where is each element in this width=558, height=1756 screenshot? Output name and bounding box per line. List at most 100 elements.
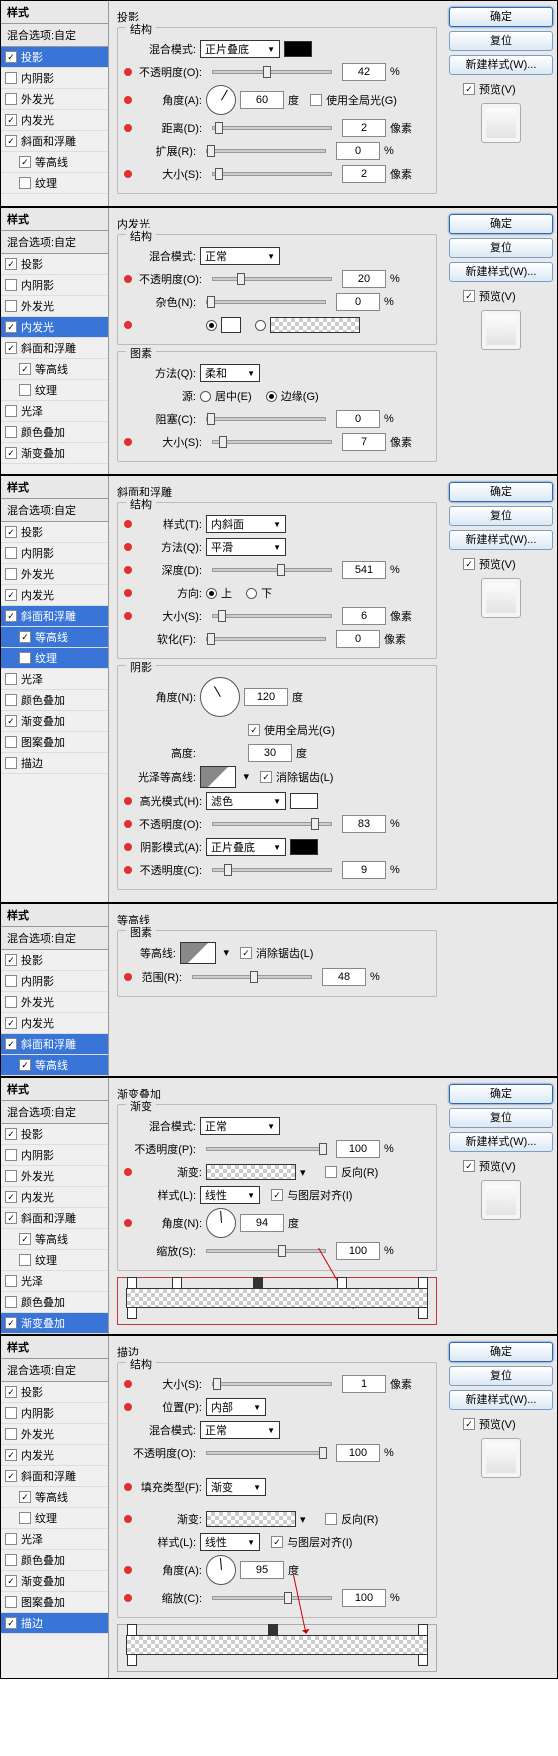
reset-dot[interactable] bbox=[124, 96, 132, 104]
position-select[interactable]: 内部 bbox=[206, 1398, 266, 1416]
style-bevel[interactable]: ✓斜面和浮雕 bbox=[1, 606, 108, 627]
new-style-button[interactable]: 新建样式(W)... bbox=[449, 262, 553, 282]
ok-button[interactable]: 确定 bbox=[449, 7, 553, 27]
style-inner-glow[interactable]: ✓内发光 bbox=[1, 110, 108, 131]
size-slider[interactable] bbox=[212, 172, 332, 176]
gradient-picker[interactable] bbox=[206, 1511, 296, 1527]
technique-select[interactable]: 平滑 bbox=[206, 538, 286, 556]
reset-dot[interactable] bbox=[124, 170, 132, 178]
opacity-stop[interactable] bbox=[418, 1277, 428, 1289]
shadow-color[interactable] bbox=[290, 839, 318, 855]
size-slider[interactable] bbox=[212, 440, 332, 444]
opacity-slider[interactable] bbox=[212, 277, 332, 281]
opacity-stop[interactable] bbox=[337, 1277, 347, 1289]
style-texture[interactable]: 纹理 bbox=[1, 380, 108, 401]
antialias-checkbox[interactable]: ✓ bbox=[260, 771, 272, 783]
style-bevel[interactable]: ✓斜面和浮雕 bbox=[1, 131, 108, 152]
ok-button[interactable]: 确定 bbox=[449, 482, 553, 502]
style-inner-glow[interactable]: ✓内发光 bbox=[1, 317, 108, 338]
new-style-button[interactable]: 新建样式(W)... bbox=[449, 55, 553, 75]
range-slider[interactable] bbox=[192, 975, 312, 979]
blend-mode-select[interactable]: 正片叠底 bbox=[200, 40, 280, 58]
grad-style-select[interactable]: 线性 bbox=[200, 1533, 260, 1551]
style-satin[interactable]: 光泽 bbox=[1, 401, 108, 422]
opacity-stop[interactable] bbox=[268, 1624, 278, 1636]
gradient-bar[interactable] bbox=[126, 1288, 428, 1308]
gradient-bar[interactable] bbox=[126, 1635, 428, 1655]
opacity-input[interactable]: 42 bbox=[342, 63, 386, 81]
opacity-stop[interactable] bbox=[127, 1624, 137, 1636]
color-radio[interactable] bbox=[206, 320, 217, 331]
style-texture[interactable]: 纹理 bbox=[1, 648, 108, 669]
preview-checkbox[interactable]: ✓预览(V) bbox=[463, 81, 553, 97]
checkbox[interactable]: ✓ bbox=[5, 114, 17, 126]
global-light-checkbox[interactable] bbox=[310, 94, 322, 106]
style-outer-glow[interactable]: 外发光 bbox=[1, 89, 108, 110]
opacity-stop[interactable] bbox=[127, 1277, 137, 1289]
checkbox[interactable] bbox=[5, 93, 17, 105]
color-stop[interactable] bbox=[127, 1307, 137, 1319]
spread-slider[interactable] bbox=[206, 149, 326, 153]
checkbox[interactable] bbox=[5, 72, 17, 84]
reverse-checkbox[interactable] bbox=[325, 1166, 337, 1178]
style-stroke[interactable]: ✓描边 bbox=[1, 1613, 108, 1634]
style-bevel[interactable]: ✓斜面和浮雕 bbox=[1, 338, 108, 359]
ok-button[interactable]: 确定 bbox=[449, 1084, 553, 1104]
gradient-editor[interactable] bbox=[117, 1624, 437, 1672]
ok-button[interactable]: 确定 bbox=[449, 1342, 553, 1362]
checkbox[interactable]: ✓ bbox=[5, 51, 17, 63]
source-edge-radio[interactable] bbox=[266, 391, 277, 402]
antialias-checkbox[interactable]: ✓ bbox=[240, 947, 252, 959]
blend-mode-select[interactable]: 正常 bbox=[200, 1421, 280, 1439]
direction-up-radio[interactable] bbox=[206, 588, 217, 599]
reset-button[interactable]: 复位 bbox=[449, 238, 553, 258]
opacity-stop[interactable] bbox=[172, 1277, 182, 1289]
technique-select[interactable]: 柔和 bbox=[200, 364, 260, 382]
color-stop[interactable] bbox=[418, 1307, 428, 1319]
reset-button[interactable]: 复位 bbox=[449, 31, 553, 51]
style-grad-overlay[interactable]: ✓渐变叠加 bbox=[1, 443, 108, 464]
opacity-slider[interactable] bbox=[212, 70, 332, 74]
style-grad-overlay[interactable]: ✓渐变叠加 bbox=[1, 1313, 108, 1334]
style-outer-glow[interactable]: 外发光 bbox=[1, 296, 108, 317]
angle-input[interactable]: 60 bbox=[240, 91, 284, 109]
angle-dial[interactable] bbox=[206, 1555, 236, 1585]
choke-slider[interactable] bbox=[206, 417, 326, 421]
style-texture[interactable]: 纹理 bbox=[1, 173, 108, 194]
fill-type-select[interactable]: 渐变 bbox=[206, 1478, 266, 1496]
color-stop[interactable] bbox=[418, 1654, 428, 1666]
reset-button[interactable]: 复位 bbox=[449, 506, 553, 526]
style-select[interactable]: 内斜面 bbox=[206, 515, 286, 533]
checkbox[interactable] bbox=[19, 177, 31, 189]
blend-mode-select[interactable]: 正常 bbox=[200, 1117, 280, 1135]
source-center-radio[interactable] bbox=[200, 391, 211, 402]
style-contour[interactable]: ✓等高线 bbox=[1, 627, 108, 648]
distance-input[interactable]: 2 bbox=[342, 119, 386, 137]
depth-slider[interactable] bbox=[212, 568, 332, 572]
noise-slider[interactable] bbox=[206, 300, 326, 304]
style-inner-shadow[interactable]: 内阴影 bbox=[1, 68, 108, 89]
grad-style-select[interactable]: 线性 bbox=[200, 1186, 260, 1204]
blend-mode-select[interactable]: 正常 bbox=[200, 247, 280, 265]
reset-button[interactable]: 复位 bbox=[449, 1108, 553, 1128]
color-stop[interactable] bbox=[127, 1654, 137, 1666]
gradient-picker[interactable] bbox=[206, 1164, 296, 1180]
gradient-radio[interactable] bbox=[255, 320, 266, 331]
opacity-stop[interactable] bbox=[253, 1277, 263, 1289]
new-style-button[interactable]: 新建样式(W)... bbox=[449, 1132, 553, 1152]
checkbox[interactable]: ✓ bbox=[5, 135, 17, 147]
color-swatch[interactable] bbox=[284, 41, 312, 57]
style-drop-shadow[interactable]: ✓投影 bbox=[1, 47, 108, 68]
style-contour[interactable]: ✓等高线 bbox=[1, 152, 108, 173]
size-slider[interactable] bbox=[212, 614, 332, 618]
contour-picker[interactable] bbox=[180, 942, 216, 964]
contour-picker[interactable] bbox=[200, 766, 236, 788]
angle-dial[interactable] bbox=[206, 85, 236, 115]
style-color-overlay[interactable]: 颜色叠加 bbox=[1, 422, 108, 443]
reset-dot[interactable] bbox=[124, 68, 132, 76]
shadow-mode-select[interactable]: 正片叠底 bbox=[206, 838, 286, 856]
direction-down-radio[interactable] bbox=[246, 588, 257, 599]
global-light-checkbox[interactable]: ✓ bbox=[248, 724, 260, 736]
gradient-preview[interactable] bbox=[270, 317, 360, 333]
angle-dial[interactable] bbox=[200, 677, 240, 717]
